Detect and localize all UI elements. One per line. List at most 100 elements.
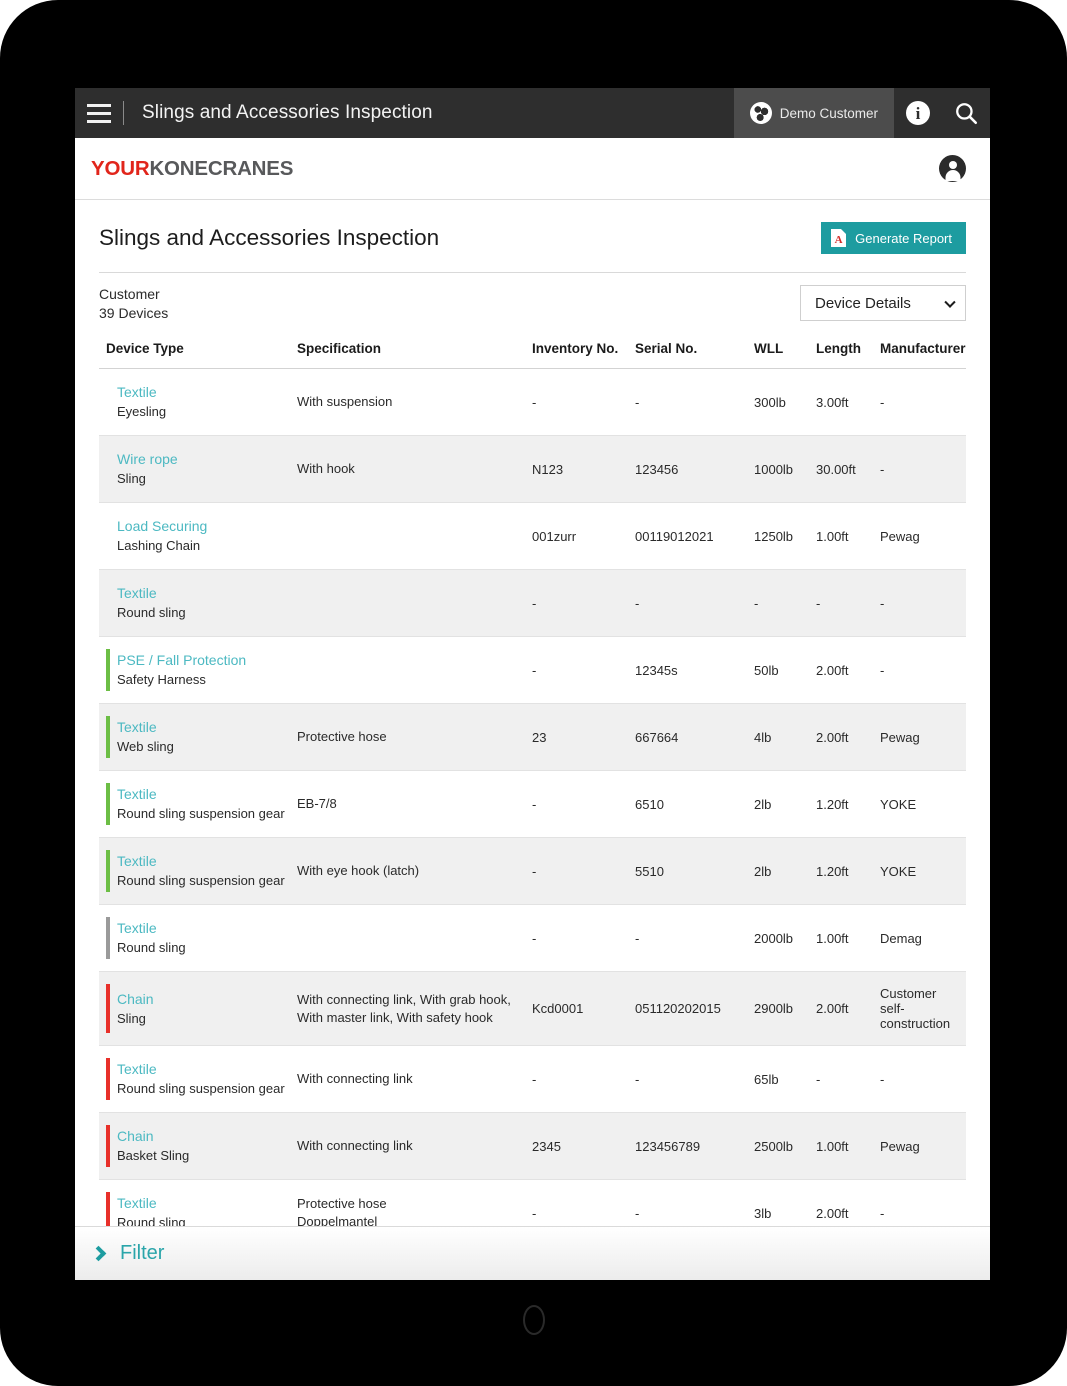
column-header-inventory-no[interactable]: Inventory No. bbox=[532, 341, 635, 369]
customer-selector[interactable]: Demo Customer bbox=[733, 88, 894, 138]
table-row[interactable]: Textile Eyesling With suspension - -300lb 3.0… bbox=[99, 368, 966, 436]
cell-specification: With eye hook (latch) bbox=[297, 837, 532, 905]
cell-wll: 4lb bbox=[754, 703, 816, 771]
tablet-home-button[interactable] bbox=[522, 1305, 545, 1335]
table-row[interactable]: Textile Round sling suspension gear With e… bbox=[99, 837, 966, 905]
generate-report-button[interactable]: Generate Report bbox=[821, 222, 966, 254]
customer-label: Customer bbox=[99, 286, 160, 302]
table-row[interactable]: Chain Sling With connecting link, With gra… bbox=[99, 971, 966, 1046]
customer-summary: Customer 39 Devices bbox=[99, 285, 168, 323]
table-row[interactable]: Textile Round sling - -2000lb 1.00ft Demag bbox=[99, 904, 966, 972]
cell-serial-no: - bbox=[635, 569, 754, 637]
main-content: Slings and Accessories Inspection Genera… bbox=[75, 200, 990, 1280]
device-type-block: Chain Basket Sling bbox=[99, 1127, 291, 1165]
column-header-device-type[interactable]: Device Type bbox=[99, 341, 297, 369]
cell-length: 2.00ft bbox=[816, 971, 880, 1046]
cell-manufacturer: - bbox=[880, 636, 966, 704]
device-subtype-label: Safety Harness bbox=[117, 672, 206, 687]
cell-wll: 2000lb bbox=[754, 904, 816, 972]
cell-length: 1.20ft bbox=[816, 770, 880, 838]
table-row[interactable]: Textile Round sling - - - - - bbox=[99, 569, 966, 637]
cell-specification: With connecting link, With grab hook, Wit… bbox=[297, 971, 532, 1046]
cell-serial-no: - bbox=[635, 1045, 754, 1113]
device-type-link[interactable]: Textile bbox=[117, 786, 157, 802]
cell-inventory-no: - bbox=[532, 368, 635, 436]
device-type-link[interactable]: Chain bbox=[117, 991, 154, 1007]
column-header-specification[interactable]: Specification bbox=[297, 341, 532, 369]
specification-line: With suspension bbox=[297, 394, 393, 409]
specification-line: With connecting link bbox=[297, 1071, 413, 1086]
specification-line: EB-7/8 bbox=[297, 796, 337, 811]
device-type-link[interactable]: PSE / Fall Protection bbox=[117, 652, 246, 668]
table-body: Textile Eyesling With suspension - -300lb 3.0… bbox=[99, 368, 966, 1280]
cell-manufacturer: Customer self-construction bbox=[880, 971, 966, 1046]
app-bar-title: Slings and Accessories Inspection bbox=[142, 102, 433, 123]
device-table-scroll[interactable]: Device Type Specification Inventory No. … bbox=[99, 341, 966, 1280]
table-row[interactable]: PSE / Fall Protection Safety Harness -1234… bbox=[99, 636, 966, 704]
page-title: Slings and Accessories Inspection bbox=[99, 225, 440, 250]
cell-inventory-no: 23 bbox=[532, 703, 635, 771]
cell-length: 1.00ft bbox=[816, 502, 880, 570]
device-subtype-label: Lashing Chain bbox=[117, 538, 201, 553]
device-type-link[interactable]: Textile bbox=[117, 920, 157, 936]
cell-serial-no: 123456 bbox=[635, 435, 754, 503]
table-row[interactable]: Textile Web sling Protective hose 23 667664 4… bbox=[99, 703, 966, 771]
search-button[interactable] bbox=[942, 88, 990, 138]
search-icon bbox=[956, 103, 978, 125]
brand-bar: YOURKONECRANES bbox=[75, 138, 990, 200]
device-type-link[interactable]: Textile bbox=[117, 853, 157, 869]
hamburger-menu-icon[interactable] bbox=[75, 88, 123, 138]
cell-length: 1.00ft bbox=[816, 1112, 880, 1180]
cell-serial-no: 6510 bbox=[635, 770, 754, 838]
cell-serial-no: 5510 bbox=[635, 837, 754, 905]
cell-specification: With connecting link bbox=[297, 1112, 532, 1180]
cell-manufacturer: - bbox=[880, 368, 966, 436]
device-type-link[interactable]: Textile bbox=[117, 384, 157, 400]
device-subtype-label: Round sling suspension gear bbox=[117, 1081, 285, 1096]
table-row[interactable]: Chain Basket Sling With connecting link 234… bbox=[99, 1112, 966, 1180]
cell-serial-no: 051120202015 bbox=[635, 971, 754, 1046]
status-indicator-bar bbox=[106, 649, 110, 691]
device-type-link[interactable]: Chain bbox=[117, 1128, 154, 1144]
cell-serial-no: 00119012021 bbox=[635, 502, 754, 570]
cell-manufacturer: YOKE bbox=[880, 837, 966, 905]
filter-bar[interactable]: Filter bbox=[75, 1226, 990, 1280]
device-details-select[interactable]: Device Details bbox=[800, 285, 966, 321]
device-type-block: Textile Eyesling bbox=[99, 383, 291, 421]
cell-specification: With suspension bbox=[297, 368, 532, 436]
chevron-right-icon bbox=[90, 1245, 107, 1262]
device-type-link[interactable]: Load Securing bbox=[117, 518, 207, 534]
user-avatar-icon[interactable] bbox=[939, 155, 966, 182]
column-header-manufacturer[interactable]: Manufacturer bbox=[880, 341, 966, 369]
table-row[interactable]: Load Securing Lashing Chain 001zurr 0011901… bbox=[99, 502, 966, 570]
column-header-serial-no[interactable]: Serial No. bbox=[635, 341, 754, 369]
device-type-link[interactable]: Wire rope bbox=[117, 451, 178, 467]
column-header-wll[interactable]: WLL bbox=[754, 341, 816, 369]
cell-inventory-no: Kcd0001 bbox=[532, 971, 635, 1046]
cell-device-type: Load Securing Lashing Chain bbox=[99, 502, 297, 570]
device-subtype-label: Eyesling bbox=[117, 404, 167, 419]
cell-inventory-no: - bbox=[532, 770, 635, 838]
cell-device-type: Textile Round sling bbox=[99, 904, 297, 972]
pdf-file-icon bbox=[831, 229, 847, 247]
table-row[interactable]: Wire rope Sling With hook N123 123456 1000lb 3… bbox=[99, 435, 966, 503]
cell-wll: 300lb bbox=[754, 368, 816, 436]
cell-wll: 2500lb bbox=[754, 1112, 816, 1180]
table-row[interactable]: Textile Round sling suspension gear EB-7/8… bbox=[99, 770, 966, 838]
cell-manufacturer: Pewag bbox=[880, 1112, 966, 1180]
tablet-device-frame: Slings and Accessories Inspection Demo C… bbox=[0, 0, 1067, 1386]
device-type-block: Textile Round sling bbox=[99, 584, 291, 622]
device-type-link[interactable]: Textile bbox=[117, 585, 157, 601]
device-subtype-label: Web sling bbox=[117, 739, 174, 754]
device-type-link[interactable]: Textile bbox=[117, 1195, 157, 1211]
device-subtype-label: Round sling suspension gear bbox=[117, 806, 285, 821]
column-header-length[interactable]: Length bbox=[816, 341, 880, 369]
device-type-link[interactable]: Textile bbox=[117, 1061, 157, 1077]
konecranes-logo[interactable]: YOURKONECRANES bbox=[91, 157, 293, 181]
device-type-link[interactable]: Textile bbox=[117, 719, 157, 735]
table-header-row: Device Type Specification Inventory No. … bbox=[99, 341, 966, 369]
info-button[interactable]: i bbox=[894, 88, 942, 138]
cell-manufacturer: Demag bbox=[880, 904, 966, 972]
table-row[interactable]: Textile Round sling suspension gear With c… bbox=[99, 1045, 966, 1113]
page-header: Slings and Accessories Inspection Genera… bbox=[99, 222, 966, 272]
